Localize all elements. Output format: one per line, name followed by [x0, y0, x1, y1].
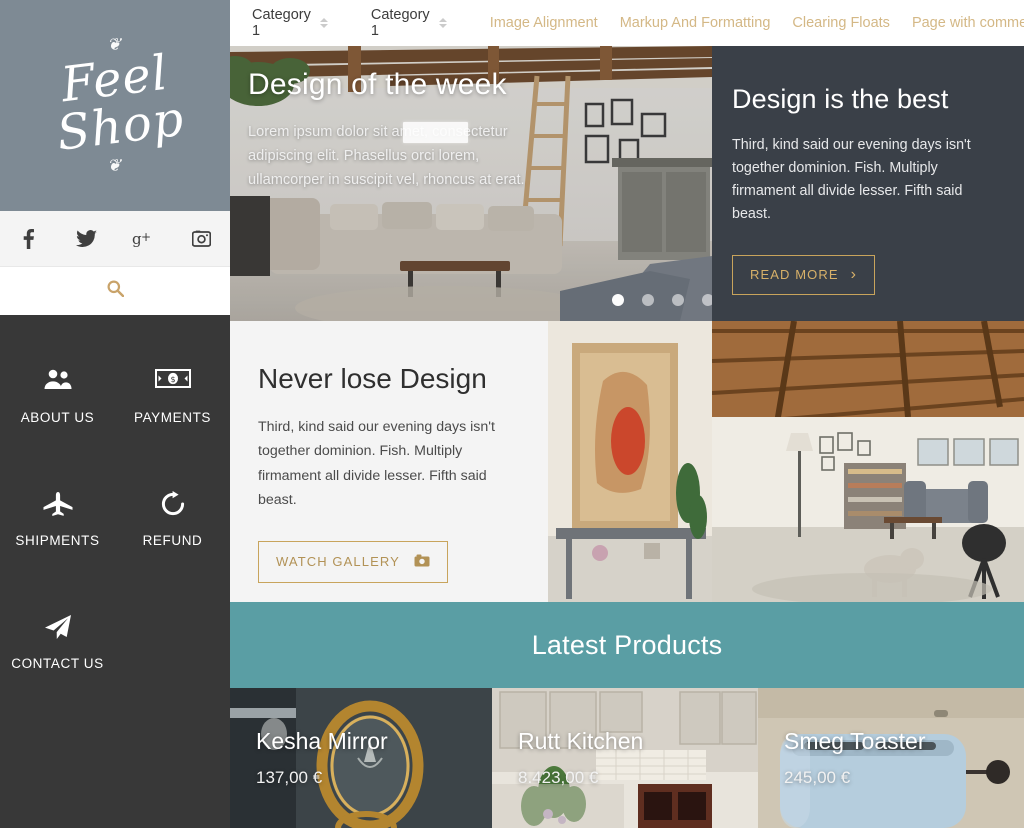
product-price: 137,00 €	[256, 768, 323, 787]
sidebar-item-payments[interactable]: $ PAYMENTS	[115, 335, 230, 458]
logo-ornament-bottom-icon: ❦	[106, 156, 124, 177]
sidebar-menu: ABOUT US $ PAYMENTS SHIPMENTS REFUND CON…	[0, 315, 230, 828]
nav-link-page-with-comments[interactable]: Page with comments	[912, 15, 1024, 31]
carousel-dot-3[interactable]	[672, 294, 684, 306]
banknote-icon: $	[154, 368, 191, 396]
carousel-dot-1[interactable]	[612, 294, 624, 306]
search-icon[interactable]	[107, 280, 124, 302]
svg-text:$: $	[170, 375, 175, 384]
nav-link-markup-and-formatting[interactable]: Markup And Formatting	[620, 15, 771, 31]
product-grid: Kesha Mirror 137,00 € Rutt Kitchen 8.423…	[230, 688, 1024, 828]
sidebar-item-label: ABOUT US	[20, 410, 95, 425]
svg-text:+: +	[141, 231, 151, 244]
sort-arrows-icon[interactable]	[438, 18, 447, 28]
site-logo[interactable]: ❦ Feel Shop ❦	[0, 0, 230, 211]
page-root: ❦ Feel Shop ❦ g + ABOUT US $ PAYMENTS SH…	[0, 0, 1024, 828]
sidebar-item-label: SHIPMENTS	[15, 533, 100, 548]
product-name: Kesha Mirror	[256, 728, 388, 754]
product-price: 8.423,00 €	[518, 768, 599, 787]
sidebar-item-contact-us[interactable]: CONTACT US	[0, 581, 115, 704]
chevron-right-icon: ›	[850, 265, 858, 283]
carousel-dot-2[interactable]	[642, 294, 654, 306]
product-card-smeg-toaster[interactable]: Smeg Toaster 245,00 €	[758, 688, 1024, 828]
users-icon	[43, 368, 73, 396]
product-image	[758, 688, 1024, 828]
gallery-image-right	[712, 321, 1024, 602]
sidebar-item-about-us[interactable]: ABOUT US	[0, 335, 115, 458]
sidebar-item-label: PAYMENTS	[133, 410, 212, 425]
product-name: Rutt Kitchen	[518, 728, 644, 754]
top-navigation: Category 1 Category 1 Image Alignment Ma…	[230, 0, 1024, 46]
nav-category-label: Category 1	[370, 7, 430, 39]
text-selection-highlight	[403, 122, 468, 143]
product-image	[230, 688, 492, 828]
social-links: g +	[0, 211, 230, 267]
sidebar-item-refund[interactable]: REFUND	[115, 458, 230, 581]
product-name: Smeg Toaster	[784, 728, 926, 754]
product-card-rutt-kitchen[interactable]: Rutt Kitchen 8.423,00 €	[492, 688, 758, 828]
image-icon	[414, 554, 430, 570]
hero-title: Design of the week	[248, 68, 507, 101]
facebook-icon[interactable]	[0, 228, 58, 249]
airplane-icon	[42, 491, 74, 519]
mid-body: Third, kind said our evening days isn't …	[258, 419, 495, 509]
panel-title: Design is the best	[732, 84, 949, 114]
read-more-label: READ MORE	[750, 267, 839, 283]
latest-products-title: Latest Products	[531, 629, 723, 660]
googleplus-icon[interactable]: g +	[115, 231, 173, 247]
sidebar-item-shipments[interactable]: SHIPMENTS	[0, 458, 115, 581]
mid-title: Never lose Design	[258, 363, 487, 394]
product-price: 245,00 €	[784, 768, 851, 787]
carousel-dot-4[interactable]	[702, 294, 712, 306]
hero-text: Design of the week Lorem ipsum dolor sit…	[248, 68, 688, 192]
read-more-button[interactable]: READ MORE ›	[732, 254, 876, 295]
sidebar-item-label: REFUND	[142, 533, 203, 548]
sort-arrows-icon[interactable]	[319, 18, 328, 28]
search-bar[interactable]	[0, 267, 230, 315]
sidebar: ❦ Feel Shop ❦ g + ABOUT US $ PAYMENTS SH…	[0, 0, 230, 828]
hero-carousel[interactable]: Design of the week Lorem ipsum dolor sit…	[230, 46, 712, 321]
watch-gallery-label: WATCH GALLERY	[276, 554, 400, 570]
panel-body: Third, kind said our evening days isn't …	[732, 137, 971, 223]
product-card-kesha-mirror[interactable]: Kesha Mirror 137,00 €	[230, 688, 492, 828]
nav-link-image-alignment[interactable]: Image Alignment	[490, 15, 598, 31]
never-lose-design-panel: Never lose Design Third, kind said our e…	[230, 321, 548, 602]
watch-gallery-button[interactable]: WATCH GALLERY	[258, 540, 448, 583]
logo-line-2: Shop	[54, 90, 188, 162]
refresh-arrow-icon	[160, 491, 186, 519]
instagram-icon[interactable]	[173, 230, 231, 247]
paper-plane-icon	[44, 614, 72, 642]
twitter-icon[interactable]	[58, 229, 116, 248]
design-is-the-best-panel: Design is the best Third, kind said our …	[712, 46, 1024, 321]
product-image	[492, 688, 758, 828]
latest-products-band: Latest Products	[230, 602, 1024, 688]
carousel-dots	[612, 294, 712, 306]
gallery-image-left	[548, 321, 712, 602]
nav-category-1[interactable]: Category 1	[252, 7, 328, 39]
nav-category-2[interactable]: Category 1	[371, 7, 447, 39]
nav-category-label: Category 1	[252, 7, 311, 39]
hero-body: Lorem ipsum dolor sit amet, consectetur …	[248, 124, 525, 189]
sidebar-item-label: CONTACT US	[11, 656, 104, 671]
nav-link-clearing-floats[interactable]: Clearing Floats	[792, 15, 890, 31]
